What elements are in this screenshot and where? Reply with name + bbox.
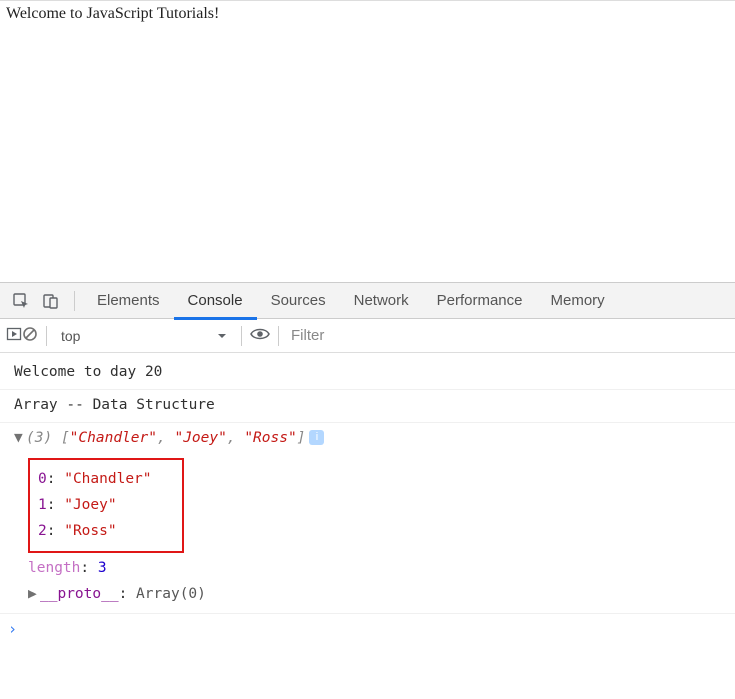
console-message: Welcome to day 20 (0, 357, 735, 390)
chevron-down-icon (217, 328, 227, 344)
disclosure-triangle-right-icon[interactable]: ▶ (28, 581, 38, 607)
page-heading: Welcome to JavaScript Tutorials! (6, 5, 219, 22)
divider (241, 326, 242, 346)
array-entry: 0: "Chandler" (38, 466, 152, 492)
tab-memory[interactable]: Memory (537, 283, 619, 319)
console-filterbar: top (0, 319, 735, 353)
inspect-icon[interactable] (6, 288, 36, 314)
array-expanded: 0: "Chandler" 1: "Joey" 2: "Ross" length… (0, 454, 735, 613)
console-prompt[interactable]: › (0, 614, 735, 644)
eye-icon[interactable] (250, 327, 270, 344)
highlight-box: 0: "Chandler" 1: "Joey" 2: "Ross" (28, 458, 184, 552)
tab-console[interactable]: Console (174, 283, 257, 320)
device-toggle-icon[interactable] (36, 288, 66, 314)
array-entry: 1: "Joey" (38, 492, 152, 518)
context-selector[interactable]: top (55, 328, 233, 344)
array-item: "Chandler" (70, 430, 157, 446)
divider (278, 326, 279, 346)
disclosure-triangle-down-icon[interactable]: ▼ (14, 428, 24, 450)
array-length-row: length: 3 (28, 555, 735, 581)
array-entry: 2: "Ross" (38, 518, 152, 544)
divider (74, 291, 75, 311)
tab-network[interactable]: Network (340, 283, 423, 319)
console-message: Array -- Data Structure (0, 390, 735, 423)
tab-sources[interactable]: Sources (257, 283, 340, 319)
context-label: top (61, 328, 211, 344)
array-item: "Joey" (174, 430, 226, 446)
array-item: "Ross" (244, 430, 296, 446)
tab-elements[interactable]: Elements (83, 283, 174, 319)
info-icon[interactable]: i (309, 430, 324, 445)
tab-performance[interactable]: Performance (423, 283, 537, 319)
array-proto-row[interactable]: ▶__proto__: Array(0) (28, 581, 735, 607)
devtools-tabbar: Elements Console Sources Network Perform… (0, 283, 735, 319)
devtools-panel: Elements Console Sources Network Perform… (0, 282, 735, 644)
filter-input[interactable] (287, 325, 729, 346)
divider (46, 326, 47, 346)
webpage-viewport: Welcome to JavaScript Tutorials! (0, 0, 735, 282)
array-summary-row[interactable]: ▼(3) ["Chandler", "Joey", "Ross"]i (0, 423, 735, 455)
console-output: Welcome to day 20 Array -- Data Structur… (0, 353, 735, 644)
run-icon[interactable] (6, 326, 22, 345)
clear-console-icon[interactable] (22, 326, 38, 345)
